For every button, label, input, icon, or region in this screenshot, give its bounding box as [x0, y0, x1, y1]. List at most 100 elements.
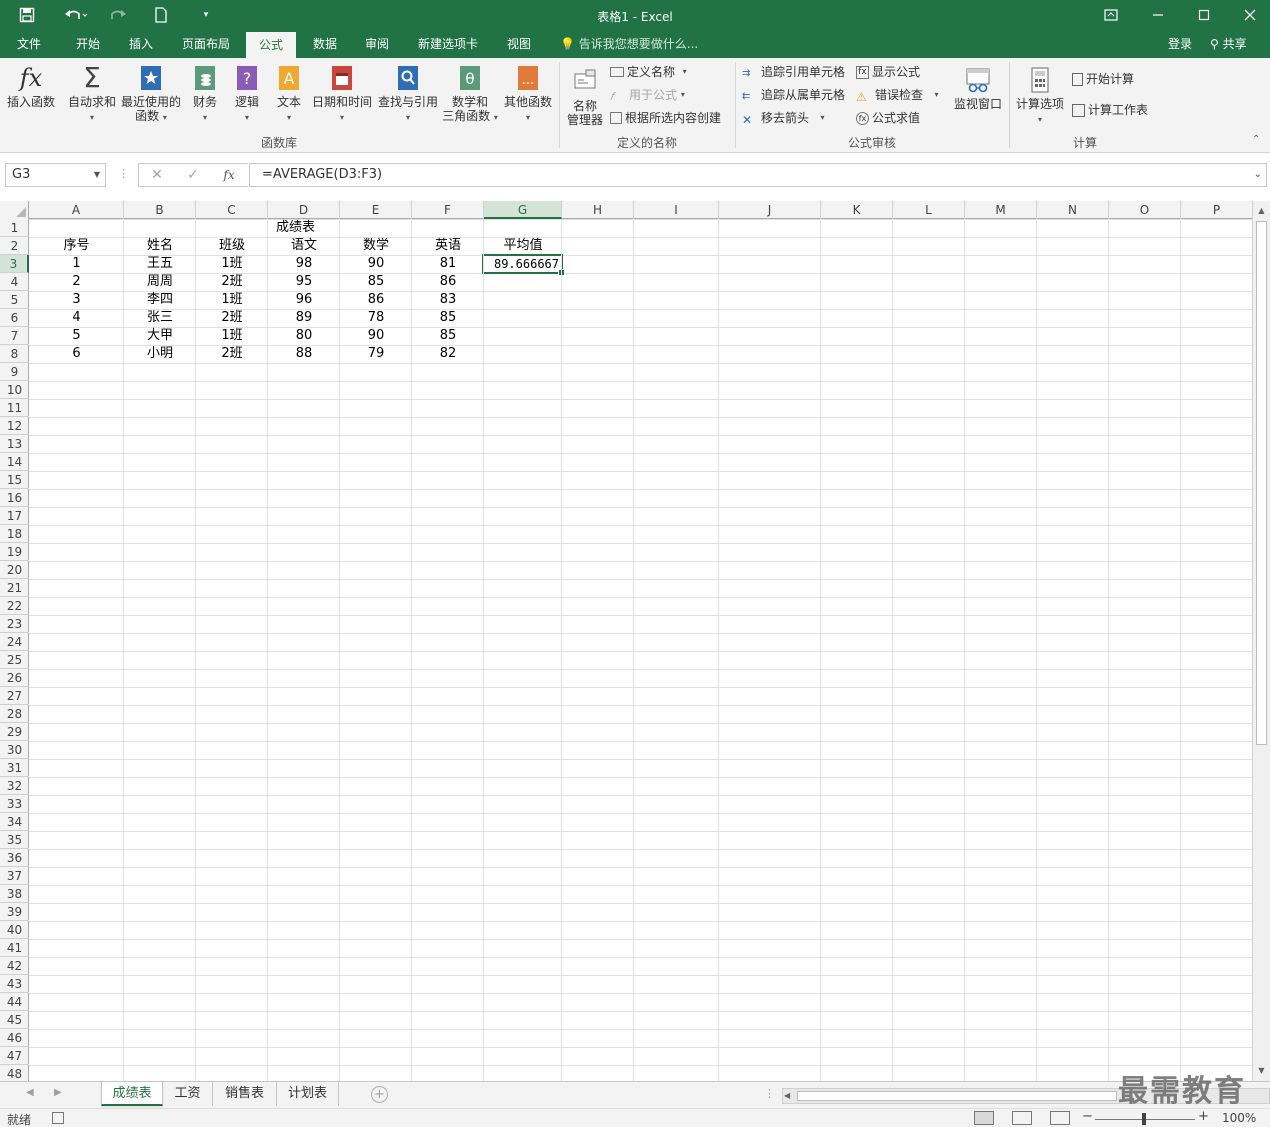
row-header[interactable]: 45 — [0, 1011, 29, 1029]
column-header[interactable]: D — [268, 201, 340, 219]
zoom-slider-knob[interactable] — [1142, 1113, 1146, 1125]
row-header[interactable]: 8 — [0, 345, 29, 363]
row-header[interactable]: 10 — [0, 381, 29, 399]
data-cell[interactable]: 1班 — [196, 291, 268, 309]
tab-page-layout[interactable]: 页面布局 — [172, 30, 240, 58]
row-header[interactable]: 7 — [0, 327, 29, 345]
row-header[interactable]: 36 — [0, 849, 29, 867]
normal-view-icon[interactable] — [974, 1111, 994, 1125]
data-cell[interactable]: 81 — [412, 255, 484, 273]
calculation-options-button[interactable]: 计算选项 ▾ — [1014, 66, 1066, 127]
row-header[interactable]: 14 — [0, 453, 29, 471]
lookup-button[interactable]: 查找与引用 ▾ — [376, 64, 440, 125]
row-header[interactable]: 11 — [0, 399, 29, 417]
evaluate-formula-button[interactable]: fx 公式求值 — [856, 109, 920, 127]
row-header[interactable]: 4 — [0, 273, 29, 291]
row-header[interactable]: 39 — [0, 903, 29, 921]
row-header[interactable]: 33 — [0, 795, 29, 813]
data-cell[interactable]: 3 — [29, 291, 124, 309]
row-header[interactable]: 29 — [0, 723, 29, 741]
row-header[interactable]: 6 — [0, 309, 29, 327]
calculate-now-button[interactable]: 开始计算 — [1072, 70, 1134, 88]
data-cell[interactable]: 86 — [340, 291, 412, 309]
row-header[interactable]: 23 — [0, 615, 29, 633]
data-cell[interactable]: 89.666667 — [484, 255, 562, 273]
login-link[interactable]: 登录 — [1168, 30, 1192, 58]
calculate-sheet-button[interactable]: 计算工作表 — [1072, 101, 1148, 119]
zoom-level[interactable]: 100% — [1222, 1111, 1256, 1125]
datetime-button[interactable]: 日期和时间 ▾ — [310, 64, 374, 125]
row-header[interactable]: 25 — [0, 651, 29, 669]
data-cell[interactable]: 李四 — [124, 291, 196, 309]
zoom-in-icon[interactable]: + — [1198, 1109, 1209, 1124]
error-checking-button[interactable]: ⚠ 错误检查 ▾ — [856, 86, 938, 104]
scroll-up-icon[interactable]: ▲ — [1253, 203, 1270, 219]
data-cell[interactable]: 86 — [412, 273, 484, 291]
tab-view[interactable]: 视图 — [496, 30, 542, 58]
data-cell[interactable]: 张三 — [124, 309, 196, 327]
data-cell[interactable]: 大甲 — [124, 327, 196, 345]
row-header[interactable]: 40 — [0, 921, 29, 939]
row-header[interactable]: 46 — [0, 1029, 29, 1047]
column-header[interactable]: K — [821, 201, 893, 219]
name-manager-button[interactable]: 名称 管理器 — [564, 68, 606, 127]
data-cell[interactable]: 4 — [29, 309, 124, 327]
data-cell[interactable]: 90 — [340, 255, 412, 273]
expand-formula-icon[interactable]: ⌄ — [1254, 164, 1262, 186]
row-header[interactable]: 20 — [0, 561, 29, 579]
column-header[interactable]: C — [196, 201, 268, 219]
column-header[interactable]: G — [484, 201, 562, 219]
row-header[interactable]: 42 — [0, 957, 29, 975]
horizontal-scroll-thumb[interactable] — [797, 1091, 1117, 1101]
row-header[interactable]: 2 — [0, 237, 29, 255]
text-button[interactable]: A 文本 ▾ — [270, 64, 308, 125]
data-cell[interactable]: 95 — [268, 273, 340, 291]
enter-icon[interactable]: ✓ — [175, 167, 211, 183]
data-cell[interactable]: 王五 — [124, 255, 196, 273]
tab-home[interactable]: 开始 — [64, 30, 112, 58]
column-header[interactable]: I — [634, 201, 719, 219]
recently-used-button[interactable]: 最近使用的 函数 ▾ — [120, 64, 182, 125]
row-header[interactable]: 32 — [0, 777, 29, 795]
column-header[interactable]: N — [1037, 201, 1109, 219]
header-cell[interactable]: 数学 — [340, 237, 412, 255]
formula-input[interactable]: =AVERAGE(D3:F3) ⌄ — [249, 163, 1267, 187]
next-sheet-icon[interactable]: ▶ — [54, 1087, 62, 1098]
minimize-icon[interactable] — [1144, 4, 1172, 26]
ribbon-display-icon[interactable] — [1097, 4, 1125, 26]
data-cell[interactable]: 83 — [412, 291, 484, 309]
data-cell[interactable]: 1 — [29, 255, 124, 273]
row-header[interactable]: 19 — [0, 543, 29, 561]
math-trig-button[interactable]: θ 数学和 三角函数 ▾ — [440, 64, 500, 125]
financial-button[interactable]: 财务 ▾ — [186, 64, 224, 125]
tab-formulas[interactable]: 公式 — [246, 32, 296, 58]
maximize-icon[interactable] — [1190, 4, 1218, 26]
name-box[interactable]: G3 ▼ — [5, 163, 106, 187]
data-cell[interactable]: 98 — [268, 255, 340, 273]
row-header[interactable]: 43 — [0, 975, 29, 993]
header-cell[interactable]: 班级 — [196, 237, 268, 255]
row-header[interactable]: 22 — [0, 597, 29, 615]
data-cell[interactable]: 小明 — [124, 345, 196, 363]
more-functions-button[interactable]: ... 其他函数 ▾ — [502, 64, 554, 125]
row-header[interactable]: 13 — [0, 435, 29, 453]
logical-button[interactable]: ? 逻辑 ▾ — [228, 64, 266, 125]
row-header[interactable]: 30 — [0, 741, 29, 759]
sheet-tab-plan[interactable]: 计划表 — [277, 1082, 339, 1106]
column-header[interactable]: M — [965, 201, 1037, 219]
scroll-left-icon[interactable]: ◀ — [784, 1089, 790, 1103]
row-header[interactable]: 5 — [0, 291, 29, 309]
data-cell[interactable]: 85 — [412, 309, 484, 327]
row-header[interactable]: 37 — [0, 867, 29, 885]
sheet-tab-salary[interactable]: 工资 — [163, 1082, 213, 1106]
zoom-out-icon[interactable]: − — [1082, 1109, 1093, 1124]
header-cell[interactable]: 英语 — [412, 237, 484, 255]
column-header[interactable]: A — [29, 201, 124, 219]
tell-me-box[interactable]: 💡 告诉我您想要做什么... — [560, 30, 698, 58]
data-cell[interactable]: 1班 — [196, 255, 268, 273]
row-header[interactable]: 27 — [0, 687, 29, 705]
row-header[interactable]: 35 — [0, 831, 29, 849]
row-header[interactable]: 18 — [0, 525, 29, 543]
tab-splitter-icon[interactable]: ⋮ — [764, 1087, 775, 1100]
sheet-tab-sales[interactable]: 销售表 — [213, 1082, 277, 1106]
